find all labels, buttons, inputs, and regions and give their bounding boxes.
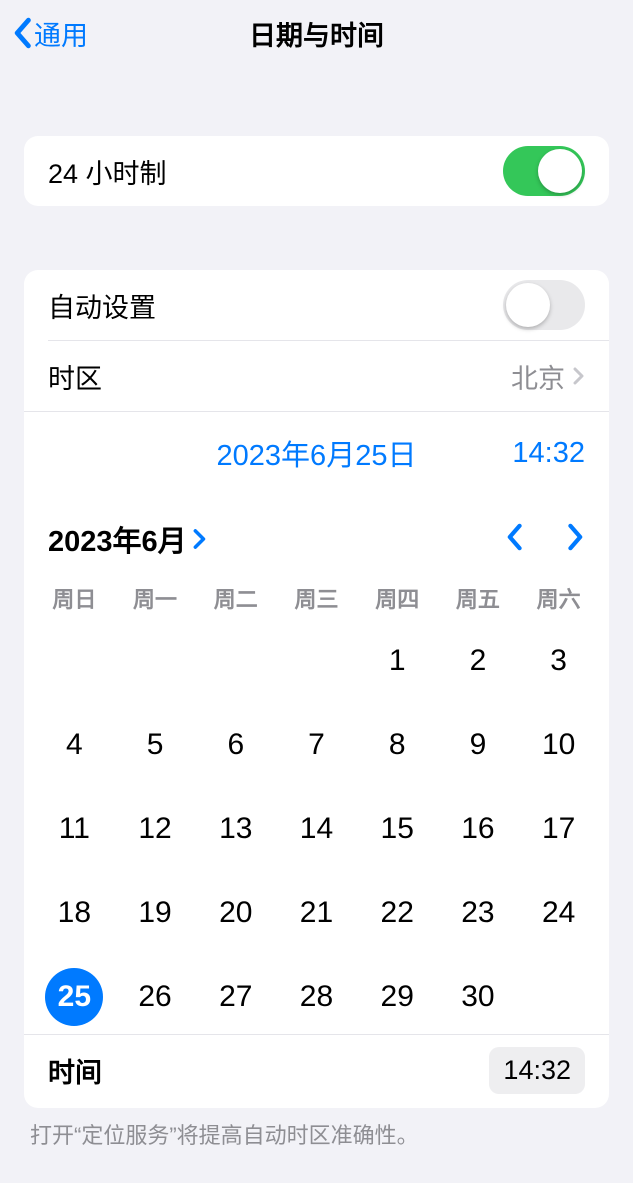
calendar-header: 2023年6月 [24, 494, 609, 568]
calendar-day[interactable]: 3 [518, 632, 599, 690]
row-timezone-right: 北京 [511, 357, 585, 396]
back-label: 通用 [34, 14, 88, 53]
calendar-day[interactable]: 1 [357, 632, 438, 690]
calendar-day[interactable]: 7 [276, 716, 357, 774]
row-24h-label: 24 小时制 [48, 152, 167, 191]
row-time: 时间 14:32 [24, 1034, 609, 1108]
calendar-grid: 1234567891011121314151617181920212223242… [24, 622, 609, 1034]
chevron-right-icon [193, 528, 207, 550]
calendar-day-empty [115, 632, 196, 690]
row-auto-set: 自动设置 [24, 270, 609, 340]
calendar-day[interactable]: 26 [115, 968, 196, 1026]
selected-date[interactable]: 2023年6月25日 [168, 432, 465, 474]
calendar-day[interactable]: 17 [518, 800, 599, 858]
calendar-day[interactable]: 11 [34, 800, 115, 858]
calendar-day[interactable]: 5 [115, 716, 196, 774]
calendar-day[interactable]: 12 [115, 800, 196, 858]
calendar-dow-label: 周三 [276, 582, 357, 614]
calendar-month-button[interactable]: 2023年6月 [48, 518, 207, 560]
calendar-day[interactable]: 28 [276, 968, 357, 1026]
calendar-day[interactable]: 24 [518, 884, 599, 942]
calendar-dow-label: 周五 [438, 582, 519, 614]
next-month-button[interactable] [567, 523, 585, 556]
selected-time[interactable]: 14:32 [465, 437, 585, 470]
row-timezone[interactable]: 时区 北京 [24, 341, 609, 411]
calendar-dow-label: 周二 [195, 582, 276, 614]
row-timezone-label: 时区 [48, 357, 102, 396]
switch-24h[interactable] [503, 146, 585, 196]
chevron-right-icon [573, 367, 585, 385]
calendar-day[interactable]: 4 [34, 716, 115, 774]
calendar-day[interactable]: 6 [195, 716, 276, 774]
calendar-day[interactable]: 2 [438, 632, 519, 690]
calendar-day[interactable]: 10 [518, 716, 599, 774]
row-auto-set-label: 自动设置 [48, 286, 156, 325]
switch-auto-set[interactable] [503, 280, 585, 330]
calendar-dow-label: 周六 [518, 582, 599, 614]
calendar-day[interactable]: 20 [195, 884, 276, 942]
selected-date-time-row: 2023年6月25日 14:32 [24, 411, 609, 494]
calendar-nav [505, 523, 585, 556]
time-picker-button[interactable]: 14:32 [489, 1047, 585, 1094]
calendar-day[interactable]: 30 [438, 968, 519, 1026]
calendar-day-of-week-row: 周日周一周二周三周四周五周六 [24, 568, 609, 622]
footer-note: 打开“定位服务”将提高自动时区准确性。 [0, 1108, 633, 1160]
chevron-left-icon [505, 523, 523, 551]
calendar-day-empty [195, 632, 276, 690]
prev-month-button[interactable] [505, 523, 523, 556]
calendar-day[interactable]: 29 [357, 968, 438, 1026]
calendar-day[interactable]: 19 [115, 884, 196, 942]
calendar-day[interactable]: 9 [438, 716, 519, 774]
calendar-dow-label: 周一 [115, 582, 196, 614]
calendar-day[interactable]: 18 [34, 884, 115, 942]
calendar-day-empty [34, 632, 115, 690]
calendar-day[interactable]: 21 [276, 884, 357, 942]
row-time-label: 时间 [48, 1051, 102, 1090]
calendar-day[interactable]: 14 [276, 800, 357, 858]
row-timezone-value: 北京 [511, 357, 565, 396]
chevron-left-icon [12, 17, 32, 49]
calendar-day[interactable]: 15 [357, 800, 438, 858]
nav-bar: 通用 日期与时间 [0, 0, 633, 66]
calendar-day[interactable]: 22 [357, 884, 438, 942]
calendar-day-empty [276, 632, 357, 690]
chevron-right-icon [567, 523, 585, 551]
calendar-dow-label: 周四 [357, 582, 438, 614]
calendar-month-title: 2023年6月 [48, 518, 187, 560]
back-button[interactable]: 通用 [0, 14, 88, 53]
row-24h: 24 小时制 [24, 136, 609, 206]
calendar-day[interactable]: 13 [195, 800, 276, 858]
calendar-day[interactable]: 8 [357, 716, 438, 774]
calendar-day[interactable]: 23 [438, 884, 519, 942]
calendar-day[interactable]: 27 [195, 968, 276, 1026]
page-title: 日期与时间 [0, 14, 633, 53]
calendar-day[interactable]: 25 [34, 968, 115, 1026]
calendar-day[interactable]: 16 [438, 800, 519, 858]
calendar-dow-label: 周日 [34, 582, 115, 614]
group-datetime: 自动设置 时区 北京 2023年6月25日 14:32 2023年6月 周日周一… [24, 270, 609, 1108]
group-24h: 24 小时制 [24, 136, 609, 206]
